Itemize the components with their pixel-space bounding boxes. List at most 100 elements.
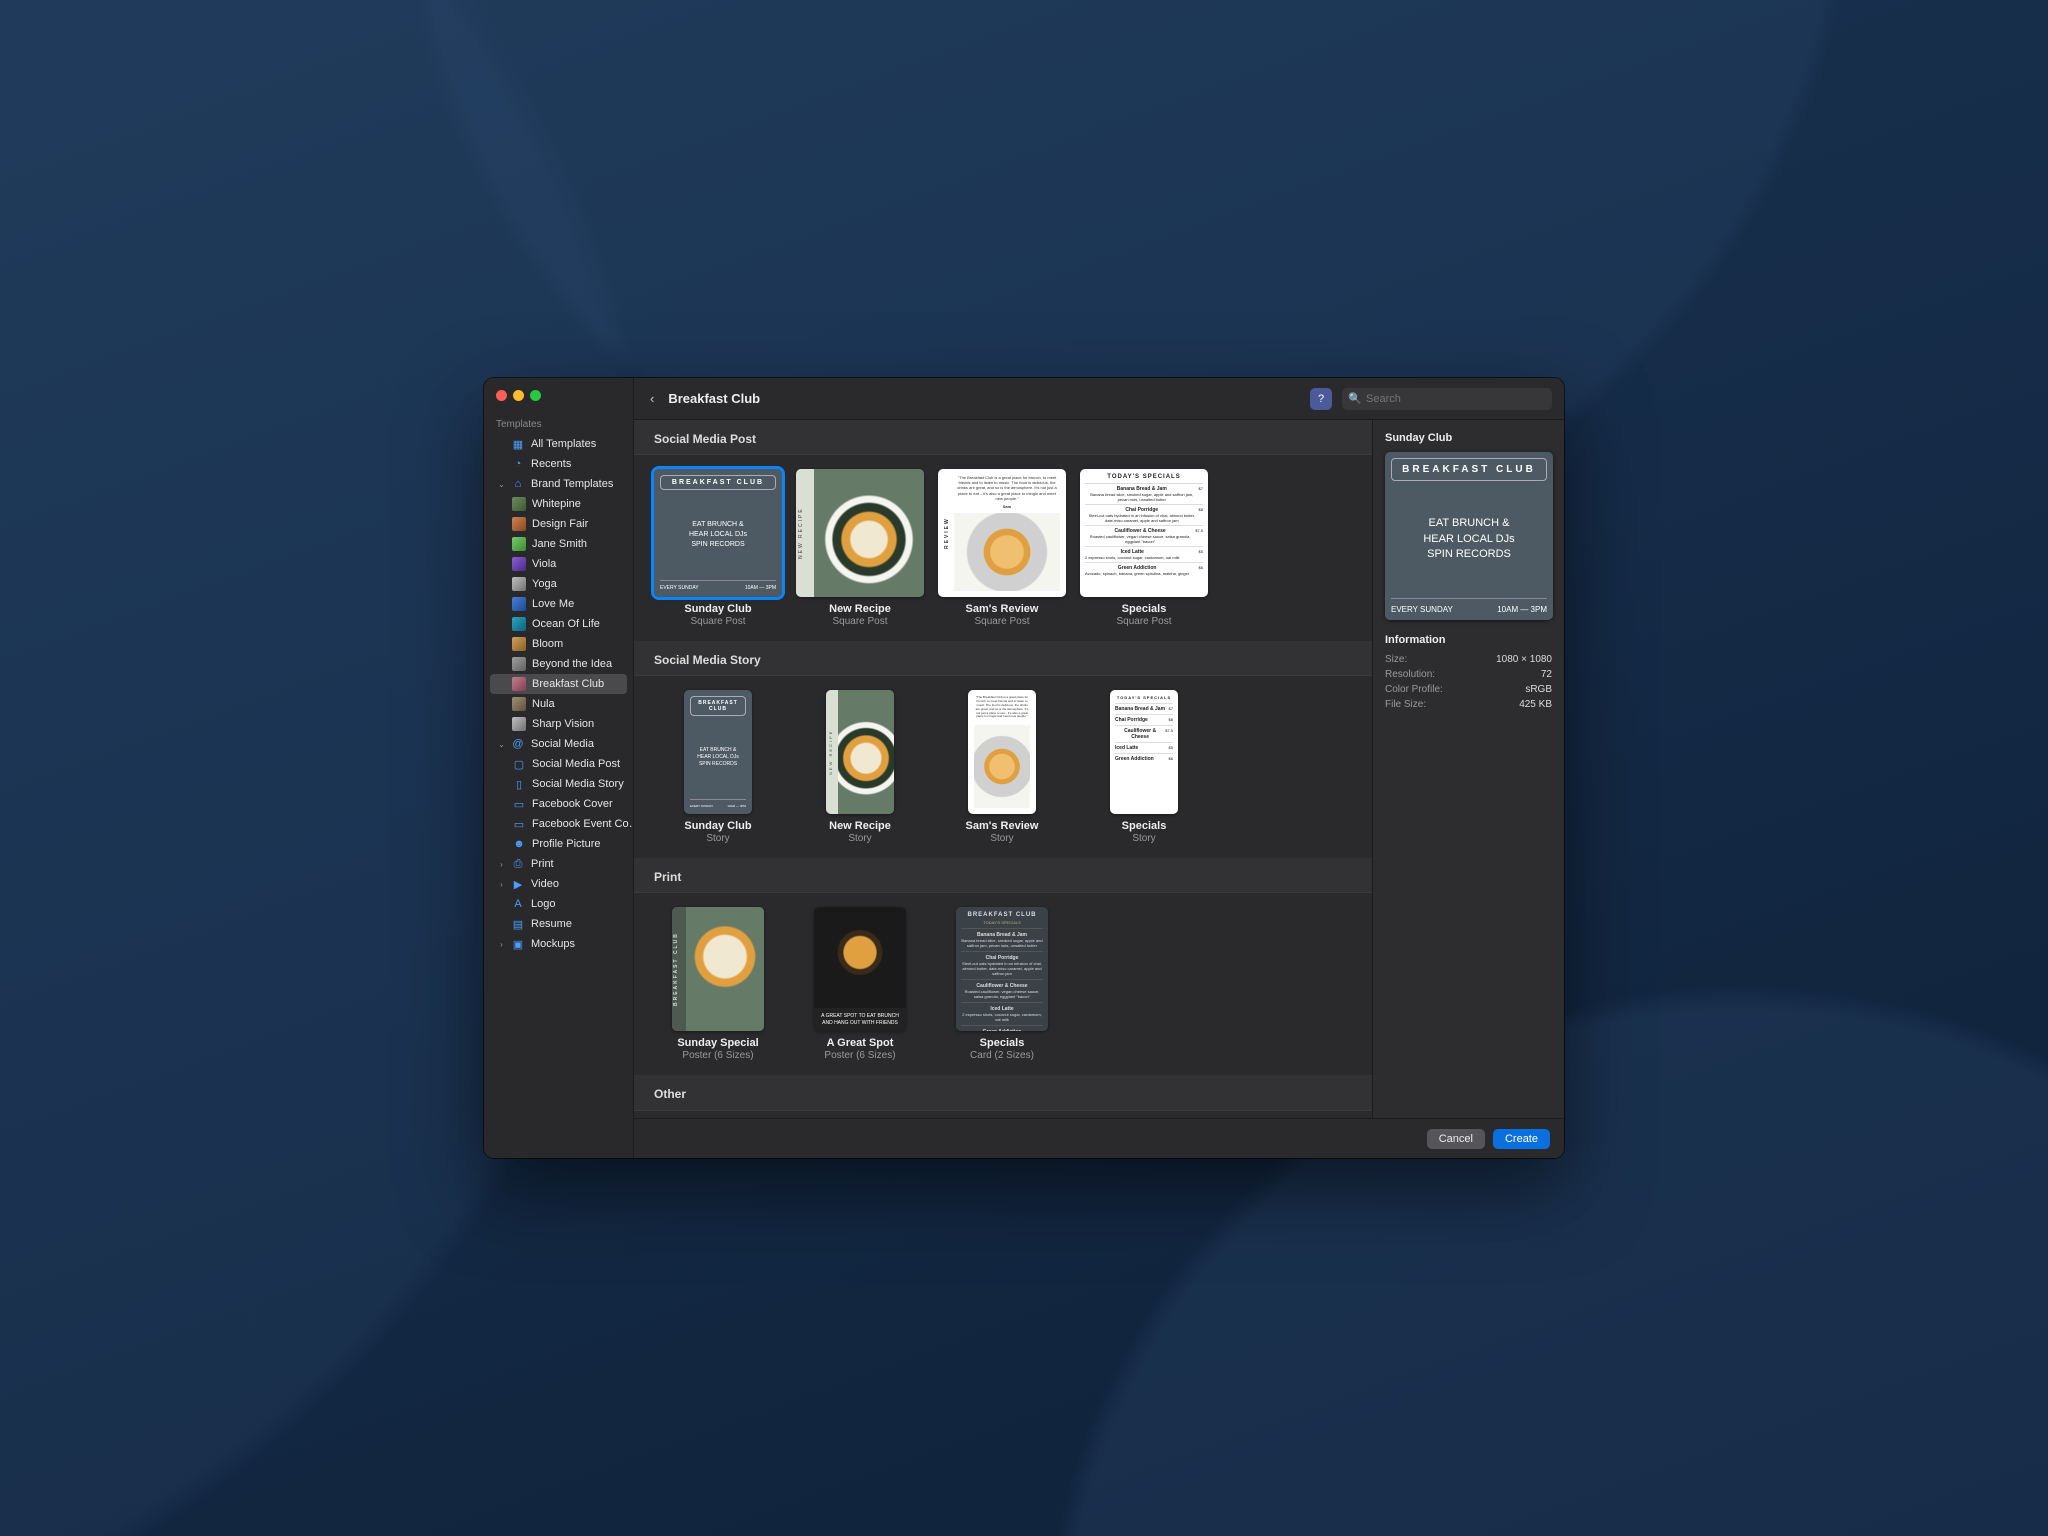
template-subtype: Poster (6 Sizes) [796, 1050, 924, 1061]
sidebar-item-label: Resume [531, 918, 572, 930]
template-card[interactable]: BREAKFAST CLUB EAT BRUNCH &HEAR LOCAL DJ… [654, 469, 782, 627]
template-thumbnail: TODAY'S SPECIALS Banana Bread & Jam$7 Ch… [1110, 690, 1178, 814]
thumb-text: "The Breakfast Club is a great place for… [974, 696, 1030, 719]
sidebar-brand-templates[interactable]: ⌄ ⌂ Brand Templates [484, 474, 633, 494]
create-button[interactable]: Create [1493, 1129, 1550, 1149]
sidebar-logo[interactable]: ALogo [484, 894, 633, 914]
search-input[interactable] [1342, 388, 1552, 410]
section-header-other: Other [634, 1075, 1372, 1111]
thumb-text: BREAKFAST CLUB [660, 475, 776, 490]
sidebar-brand-item[interactable]: Sharp Vision [484, 714, 633, 734]
template-card[interactable]: NEW RECIPE New Recipe Story [796, 690, 924, 844]
chevron-right-icon[interactable]: › [498, 860, 505, 869]
minimize-window-button[interactable] [513, 390, 524, 401]
sidebar-video[interactable]: ›▶Video [484, 874, 633, 894]
sidebar-resume[interactable]: ▤ Resume [484, 914, 633, 934]
template-card[interactable]: "The Breakfast Club is a great place for… [938, 690, 1066, 844]
template-card[interactable]: BREAKFAST CLUB EAT BRUNCH &HEAR LOCAL DJ… [654, 690, 782, 844]
template-card[interactable]: TODAY'S SPECIALS Banana Bread & Jam$7 Ch… [1080, 690, 1208, 844]
sidebar-brand-item[interactable]: Whitepine [484, 494, 633, 514]
sidebar-item-label: Bloom [532, 638, 563, 650]
food-image [814, 907, 906, 1008]
close-window-button[interactable] [496, 390, 507, 401]
back-button[interactable]: ‹ [646, 387, 658, 410]
play-icon: ▶ [511, 877, 525, 891]
section-header-post: Social Media Post [634, 420, 1372, 455]
sidebar-brand-item[interactable]: Design Fair [484, 514, 633, 534]
sidebar-brand-item[interactable]: Viola [484, 554, 633, 574]
sidebar-item-label: Love Me [532, 598, 574, 610]
template-thumbnail: BREAKFAST CLUB [672, 907, 764, 1031]
chevron-down-icon[interactable]: ⌄ [498, 480, 505, 489]
chevron-right-icon[interactable]: › [498, 880, 505, 889]
sidebar-brand-item[interactable]: Jane Smith [484, 534, 633, 554]
sidebar-item-label: Viola [532, 558, 556, 570]
info-preview: BREAKFAST CLUB EAT BRUNCH &HEAR LOCAL DJ… [1385, 452, 1553, 620]
template-card[interactable]: A GREAT SPOT TO EAT BRUNCH AND HANG OUT … [796, 907, 924, 1061]
sidebar-brand-item[interactable]: Ocean Of Life [484, 614, 633, 634]
template-name: Sunday Club [684, 603, 751, 615]
sidebar-item-label: Yoga [532, 578, 557, 590]
sidebar-item-label: Brand Templates [531, 478, 613, 490]
cancel-button[interactable]: Cancel [1427, 1129, 1485, 1149]
template-card[interactable]: REVIEW "The Breakfast Club is a great pl… [938, 469, 1066, 627]
info-panel: Sunday Club BREAKFAST CLUB EAT BRUNCH &H… [1372, 420, 1564, 1118]
sidebar-item-label: Recents [531, 458, 571, 470]
food-image [974, 725, 1030, 808]
sidebar-brand-item[interactable]: Beyond the Idea [484, 654, 633, 674]
thumb-text: "The Breakfast Club is a great place for… [954, 475, 1060, 501]
template-card[interactable]: BREAKFAST CLUB Sunday Special Poster (6 … [654, 907, 782, 1061]
thumb-text: REVIEW [944, 475, 950, 591]
sidebar-item-label: Whitepine [532, 498, 581, 510]
template-subtype: Story [1080, 833, 1208, 844]
zoom-window-button[interactable] [530, 390, 541, 401]
thumb-text: BREAKFAST CLUB [1391, 458, 1547, 481]
chevron-right-icon[interactable]: › [498, 940, 505, 949]
brand-thumb-icon [512, 677, 526, 691]
sidebar-brand-item[interactable]: Love Me [484, 594, 633, 614]
sidebar-mockups[interactable]: › ▣ Mockups [484, 934, 633, 954]
template-card[interactable]: BREAKFAST CLUB TODAY'S SPECIALS Banana B… [938, 907, 1066, 1061]
sidebar-social-item[interactable]: ▭Facebook Event Co… [484, 814, 633, 834]
info-row: Color Profile:sRGB [1385, 682, 1552, 697]
sidebar-brand-item-selected[interactable]: Breakfast Club [490, 674, 627, 694]
thumb-text: TODAY'S SPECIALS [1115, 695, 1173, 700]
sidebar-brand-item[interactable]: Nula [484, 694, 633, 714]
sidebar-all-templates[interactable]: ▦ All Templates [484, 434, 633, 454]
template-name: Sunday Club [654, 820, 782, 832]
thumb-text: TODAY'S SPECIALS [961, 920, 1043, 925]
template-gallery[interactable]: Social Media Post BREAKFAST CLUB EAT BRU… [634, 420, 1372, 1118]
brand-thumb-icon [512, 597, 526, 611]
sidebar-brand-item[interactable]: Bloom [484, 634, 633, 654]
sidebar-social-media[interactable]: ⌄ @ Social Media [484, 734, 633, 754]
help-button[interactable]: ? [1310, 388, 1332, 410]
brand-thumb-icon [512, 497, 526, 511]
sidebar-social-item[interactable]: ☻Profile Picture [484, 834, 633, 854]
template-subtype: Square Post [796, 616, 924, 627]
sidebar-recents[interactable]: ◔ Recents [484, 454, 633, 474]
template-card[interactable]: NEW RECIPE New Recipe Square Post [796, 469, 924, 627]
chevron-down-icon[interactable]: ⌄ [498, 740, 505, 749]
section-header-print: Print [634, 858, 1372, 893]
template-card[interactable]: TODAY'S SPECIALS Banana Bread & JamBanan… [1080, 469, 1208, 627]
sidebar-social-item[interactable]: ▢Social Media Post [484, 754, 633, 774]
tag-icon: ⌂ [511, 477, 525, 491]
sidebar: Templates ▦ All Templates ◔ Recents ⌄ ⌂ … [484, 378, 634, 1158]
sidebar-social-item[interactable]: ▯Social Media Story [484, 774, 633, 794]
template-name: Specials [1080, 820, 1208, 832]
sidebar-item-label: Beyond the Idea [532, 658, 612, 670]
person-icon: ☻ [512, 837, 526, 851]
sidebar-print[interactable]: ›⎙Print [484, 854, 633, 874]
brand-thumb-icon [512, 657, 526, 671]
sidebar-social-item[interactable]: ▭Facebook Cover [484, 794, 633, 814]
device-icon: ▣ [511, 937, 525, 951]
sidebar-item-label: Sharp Vision [532, 718, 594, 730]
brand-thumb-icon [512, 697, 526, 711]
document-icon: ▤ [511, 917, 525, 931]
template-thumbnail: TODAY'S SPECIALS Banana Bread & JamBanan… [1080, 469, 1208, 597]
template-thumbnail: NEW RECIPE [796, 469, 924, 597]
sidebar-item-label: Mockups [531, 938, 575, 950]
sidebar-brand-item[interactable]: Yoga [484, 574, 633, 594]
sidebar-item-label: Social Media Story [532, 778, 624, 790]
brand-thumb-icon [512, 617, 526, 631]
